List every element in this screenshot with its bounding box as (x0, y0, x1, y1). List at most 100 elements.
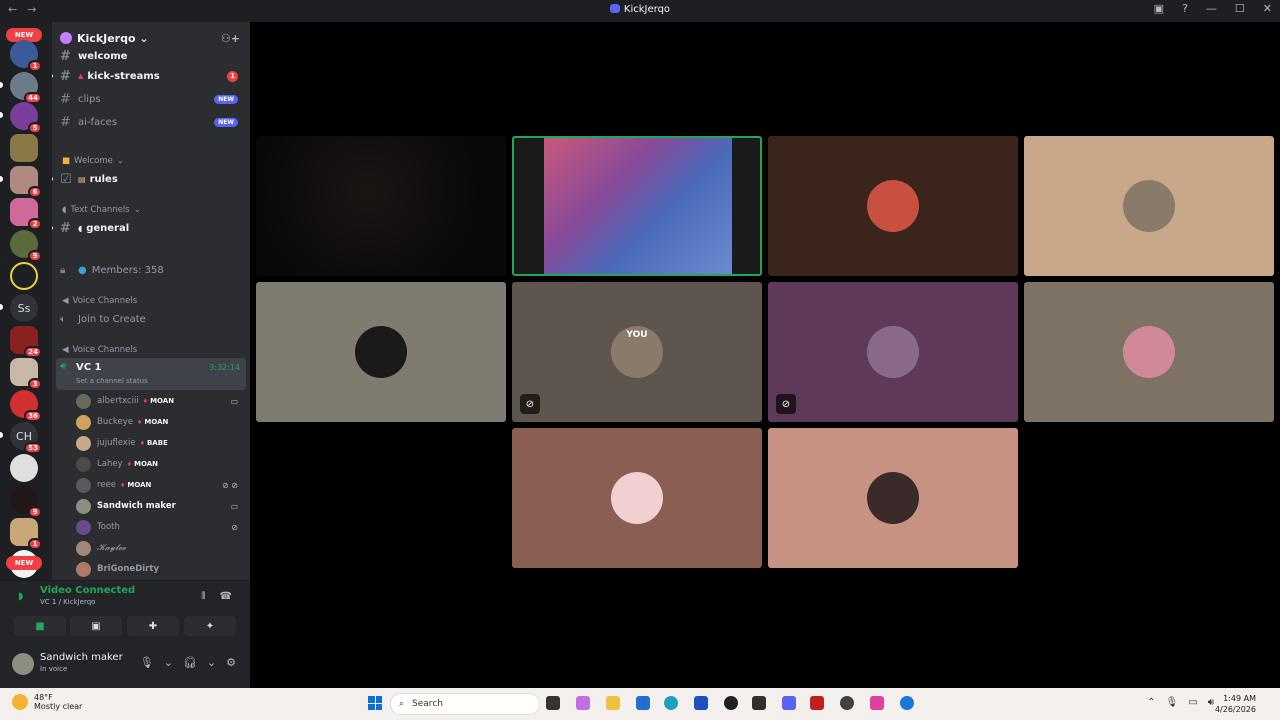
server-icon[interactable]: 9 (10, 486, 42, 518)
camera-button[interactable]: ■ (14, 616, 66, 636)
voice-member[interactable]: Tooth ⊘ (76, 517, 246, 537)
chevron-up-icon[interactable]: ⌃ (1147, 697, 1155, 708)
chevron-down-icon[interactable]: ⌄ (207, 656, 216, 669)
signal-icon[interactable]: ◗ (18, 591, 23, 602)
taskbar-search[interactable]: ⌕ Search (390, 693, 540, 715)
category-text-channels[interactable]: ◖ Text Channels ⌄ (62, 205, 141, 215)
video-tile[interactable] (512, 428, 762, 568)
server-icon[interactable]: 1 (10, 518, 42, 550)
members-count-channel[interactable]: 🔒︎ ● Members: 358 (52, 260, 250, 280)
microphone-icon[interactable]: 🎙︎ (1166, 697, 1179, 708)
screen-share-button[interactable]: ▣ (70, 616, 122, 636)
server-icon[interactable] (10, 454, 38, 482)
channel-join-to-create[interactable]: 🔈︎ Join to Create (52, 309, 250, 329)
channel-clips[interactable]: # clips NEW (52, 89, 250, 109)
store-icon[interactable] (636, 696, 650, 710)
app-icon[interactable] (840, 696, 854, 710)
voice-status[interactable]: Video Connected (40, 585, 135, 596)
avatar[interactable] (12, 653, 34, 675)
noise-suppression-icon[interactable]: ⦀ (201, 591, 205, 602)
server-icon[interactable]: 1 (10, 40, 42, 72)
voice-member[interactable]: Sandwich maker ▭ (76, 496, 246, 516)
voice-member[interactable]: BriGoneDirty (76, 559, 246, 579)
video-tile-speaking[interactable] (512, 136, 762, 276)
window-controls: ▣ ? — ☐ ✕ (1154, 2, 1272, 15)
server-icon[interactable]: 24 (10, 326, 42, 358)
server-icon[interactable]: Ss (10, 294, 38, 322)
server-icon[interactable] (10, 134, 38, 162)
video-tile[interactable] (256, 136, 506, 276)
soundboard-button[interactable]: ✦ (184, 616, 236, 636)
server-icon[interactable]: 6 (10, 166, 42, 198)
username[interactable]: Sandwich maker (40, 652, 123, 663)
headphones-icon[interactable]: 🎧︎ (183, 656, 197, 669)
video-tile[interactable] (1024, 282, 1274, 422)
category-voice-channels-2[interactable]: ◀ Voice Channels (62, 345, 137, 355)
server-icon[interactable]: CH 53 (10, 422, 42, 454)
server-icon[interactable] (10, 262, 38, 290)
app-icon[interactable] (810, 696, 824, 710)
file-explorer-icon[interactable] (606, 696, 620, 710)
task-view-icon[interactable] (546, 696, 560, 710)
voice-channel-path[interactable]: VC 1 / KickJerqo (40, 598, 95, 606)
unread-dot (52, 74, 53, 78)
channel-welcome[interactable]: # welcome (52, 46, 250, 66)
app-icon[interactable] (724, 696, 738, 710)
app-icon[interactable] (900, 696, 914, 710)
voice-member[interactable]: BuckeyeMOAN (76, 412, 246, 432)
minimize-icon[interactable]: — (1206, 2, 1217, 15)
server-icon[interactable]: 44 (10, 72, 42, 104)
video-tile[interactable] (768, 136, 1018, 276)
unread-dot (52, 226, 53, 230)
server-icon[interactable]: 2 (10, 198, 42, 230)
server-icon[interactable]: 3 (10, 358, 42, 390)
copilot-icon[interactable] (576, 696, 590, 710)
video-tile[interactable] (768, 428, 1018, 568)
member-name: reee (97, 480, 116, 490)
channel-general[interactable]: # ◖ general (52, 218, 250, 238)
volume-icon[interactable]: 🔊︎ (1208, 697, 1214, 708)
maximize-icon[interactable]: ☐ (1235, 2, 1245, 15)
channel-rules[interactable]: ☑ ▤ rules (52, 169, 250, 189)
video-tile-self[interactable]: YOU ⊘ (512, 282, 762, 422)
server-icon[interactable]: 36 (10, 390, 42, 422)
display-icon[interactable]: ▭ (1188, 697, 1197, 708)
voice-member[interactable]: albertxciii MOAN ▭ (76, 391, 246, 411)
start-icon[interactable] (368, 696, 382, 710)
help-icon[interactable]: ? (1182, 2, 1188, 15)
voice-channel-vc1[interactable]: 🔊︎ VC 1 3:32:14 Set a channel status (56, 358, 246, 390)
close-icon[interactable]: ✕ (1263, 2, 1272, 15)
hash-icon: # (60, 91, 71, 107)
channel-kick-streams[interactable]: # ▲ kick-streams 1 (52, 66, 250, 86)
voice-member[interactable]: reee MOAN ⊘ ⊘ (76, 475, 246, 495)
video-tile[interactable]: ⊘ (768, 282, 1018, 422)
chevron-down-icon[interactable]: ⌄ (164, 656, 173, 669)
server-icon[interactable]: 9 (10, 230, 42, 262)
video-tile[interactable] (256, 282, 506, 422)
weather-widget[interactable]: 48°F Mostly clear (12, 693, 82, 711)
voice-member[interactable]: 𝓚𝓪𝔂𝓵𝓮𝓮 (76, 538, 246, 558)
alert-icon: ▲ (78, 72, 84, 80)
activities-button[interactable]: ✚ (127, 616, 179, 636)
channel-ai-faces[interactable]: # ai-faces NEW (52, 112, 250, 132)
voice-member[interactable]: jujuflexie BABE (76, 433, 246, 453)
app-icon[interactable] (752, 696, 766, 710)
voice-member[interactable]: Lahey MOAN (76, 454, 246, 474)
category-welcome[interactable]: ■ Welcome ⌄ (62, 156, 124, 166)
avatar (1123, 326, 1175, 378)
channel-status[interactable]: Set a channel status (76, 377, 148, 385)
video-tile[interactable] (1024, 136, 1274, 276)
disconnect-icon[interactable]: ☎ (220, 591, 232, 602)
edge-icon[interactable] (664, 696, 678, 710)
microphone-icon[interactable]: 🎙︎ (140, 656, 154, 669)
clock[interactable]: 1:49 AM 4/26/2026 (1215, 693, 1256, 715)
avatar (76, 456, 91, 472)
category-voice-channels[interactable]: ◀ Voice Channels (62, 296, 137, 306)
invite-people-icon[interactable]: ⚇+ (221, 32, 240, 45)
discord-icon[interactable] (782, 696, 796, 710)
server-icon[interactable]: 5 (10, 102, 42, 134)
gear-icon[interactable]: ⚙ (226, 656, 236, 669)
app-icon[interactable] (694, 696, 708, 710)
inbox-icon[interactable]: ▣ (1154, 2, 1164, 15)
app-icon[interactable] (870, 696, 884, 710)
